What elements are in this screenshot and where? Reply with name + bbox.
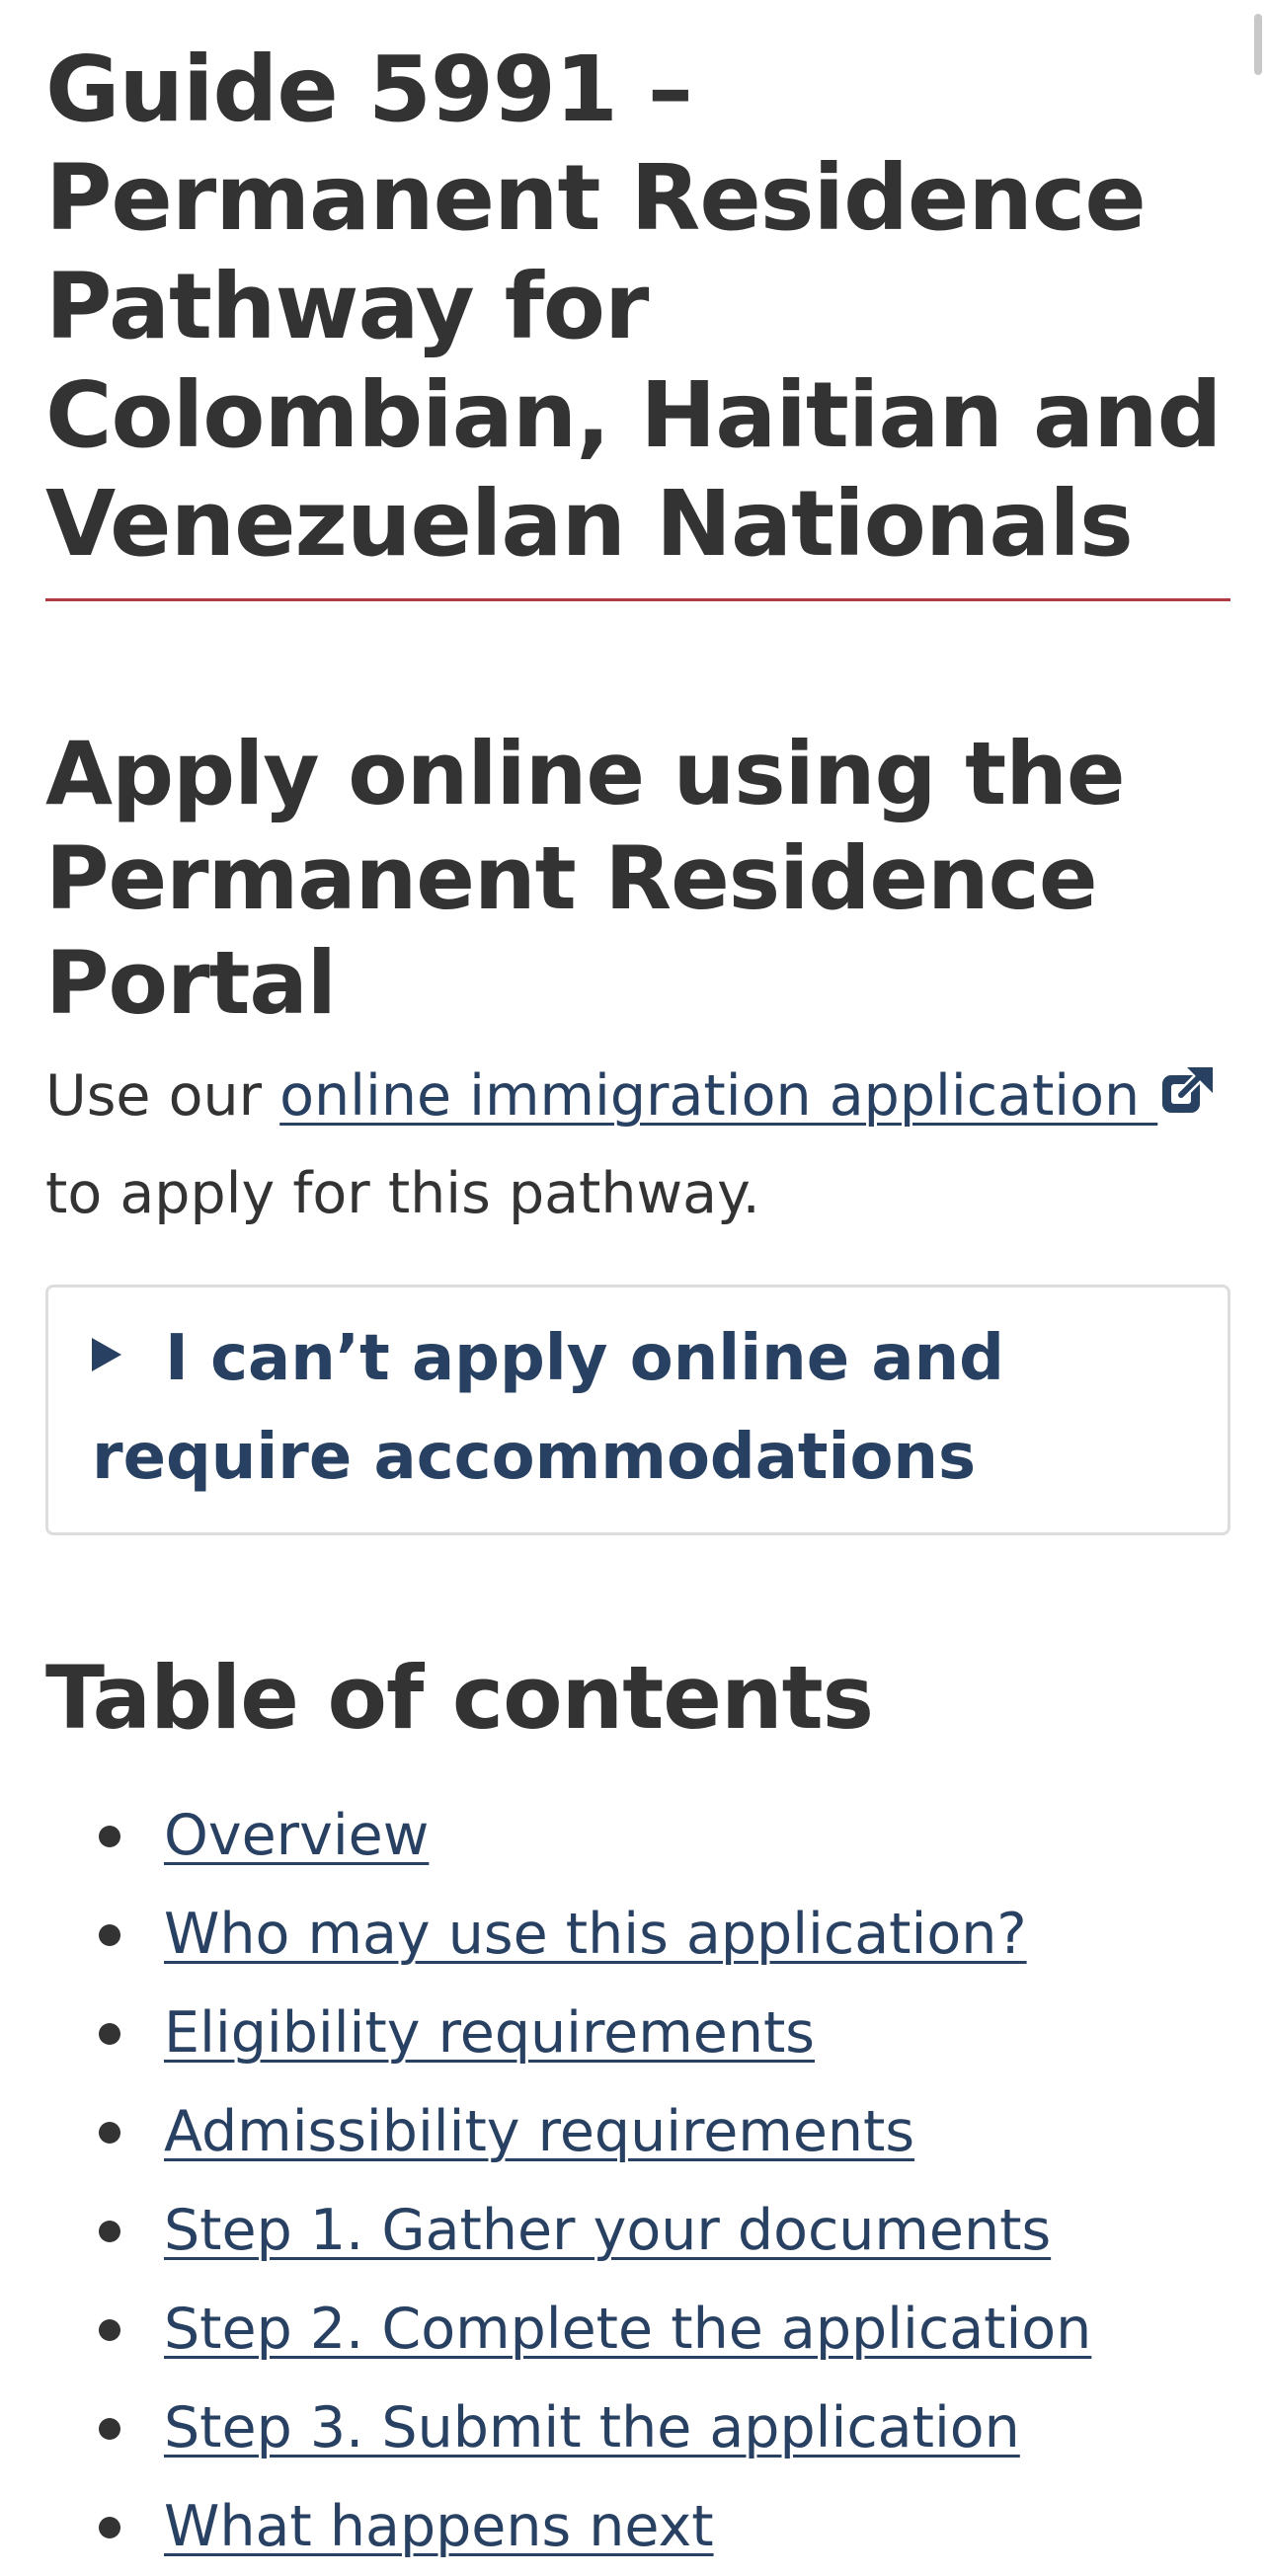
intro-text-before: Use our: [45, 1063, 280, 1129]
page-title: Guide 5991 – Permanent Residence Pathway…: [45, 36, 1230, 601]
bullet-icon: [99, 1826, 120, 1847]
table-of-contents: Overview Who may use this application? E…: [45, 1786, 1230, 2576]
bullet-icon: [99, 2319, 120, 2341]
accommodations-summary-label: I can’t apply online and require accommo…: [92, 1322, 1004, 1494]
toc-item: Overview: [45, 1786, 1230, 1885]
triangle-right-icon: [92, 1338, 121, 1371]
toc-item: What happens next: [45, 2477, 1230, 2576]
toc-link-step-2[interactable]: Step 2. Complete the application: [164, 2297, 1091, 2362]
bullet-icon: [99, 2221, 120, 2242]
toc-item: Eligibility requirements: [45, 1984, 1230, 2082]
toc-item: Who may use this application?: [45, 1885, 1230, 1984]
toc-link-overview[interactable]: Overview: [164, 1803, 429, 1868]
bullet-icon: [99, 2122, 120, 2144]
toc-item: Admissibility requirements: [45, 2082, 1230, 2181]
online-application-link-label: online immigration application: [279, 1063, 1158, 1129]
toc-link-what-happens-next[interactable]: What happens next: [164, 2494, 714, 2559]
bullet-icon: [99, 2023, 120, 2045]
toc-heading: Table of contents: [45, 1647, 874, 1749]
toc-link-step-3[interactable]: Step 3. Submit the application: [164, 2395, 1020, 2460]
apply-online-heading: Apply online using the Permanent Residen…: [45, 723, 1126, 1034]
accommodations-details: I can’t apply online and require accommo…: [45, 1285, 1230, 1535]
bullet-icon: [99, 2517, 120, 2538]
accommodations-summary[interactable]: I can’t apply online and require accommo…: [92, 1309, 1184, 1507]
toc-link-eligibility[interactable]: Eligibility requirements: [164, 2000, 815, 2066]
scrollbar-thumb[interactable]: [1254, 14, 1262, 75]
external-link-icon: [1162, 1067, 1214, 1113]
online-application-link[interactable]: online immigration application: [279, 1063, 1217, 1129]
toc-item: Step 3. Submit the application: [45, 2379, 1230, 2477]
toc-item: Step 2. Complete the application: [45, 2280, 1230, 2379]
main-content: Guide 5991 – Permanent Residence Pathway…: [45, 0, 1230, 2576]
bullet-icon: [99, 2418, 120, 2440]
toc-link-step-1[interactable]: Step 1. Gather your documents: [164, 2198, 1051, 2263]
toc-link-who-may-use[interactable]: Who may use this application?: [164, 1902, 1027, 1967]
intro-text-after: to apply for this pathway.: [45, 1161, 760, 1226]
bullet-icon: [99, 1924, 120, 1946]
toc-link-admissibility[interactable]: Admissibility requirements: [164, 2099, 914, 2164]
toc-item: Step 1. Gather your documents: [45, 2181, 1230, 2280]
apply-intro-text: Use our online immigration application t…: [45, 1048, 1230, 1243]
